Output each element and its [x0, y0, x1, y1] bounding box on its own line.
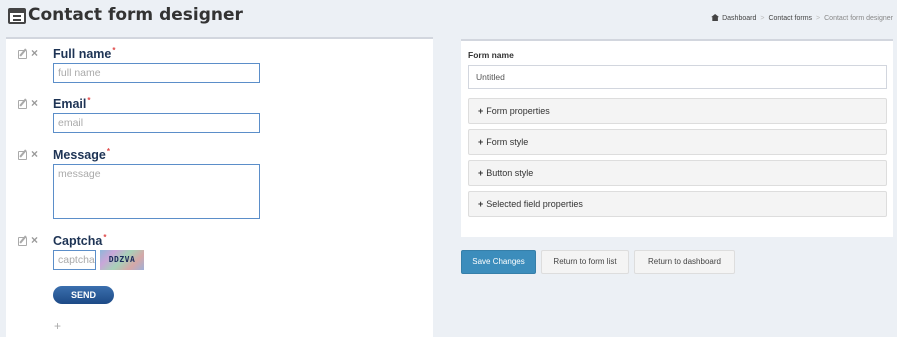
form-name-label: Form name — [468, 50, 514, 60]
accordion-label: Form style — [486, 137, 529, 147]
message-textarea[interactable]: message — [53, 164, 260, 219]
form-name-input[interactable]: Untitled — [468, 65, 887, 89]
delete-icon[interactable]: × — [31, 147, 38, 161]
form-preview-panel: × Full name* full name × Email* email × … — [6, 37, 433, 337]
email-input[interactable]: email — [53, 113, 260, 133]
breadcrumb-dashboard[interactable]: Dashboard — [722, 15, 756, 22]
accordion-label: Button style — [486, 168, 534, 178]
captcha-input[interactable]: captcha — [53, 250, 96, 270]
breadcrumb: Dashboard > Contact forms > Contact form des… — [711, 14, 893, 22]
plus-icon: + — [478, 137, 484, 147]
breadcrumb-separator: > — [760, 15, 765, 22]
plus-icon: + — [478, 106, 484, 116]
breadcrumb-current: Contact form designer — [824, 15, 893, 22]
add-field-icon[interactable]: + — [54, 319, 61, 333]
required-asterisk: * — [106, 147, 110, 156]
delete-icon[interactable]: × — [31, 46, 38, 60]
breadcrumb-separator: > — [816, 15, 821, 22]
accordion-button-style[interactable]: + Button style — [468, 160, 887, 186]
field-label-captcha: Captcha* — [53, 233, 107, 248]
accordion-form-style[interactable]: + Form style — [468, 129, 887, 155]
accordion-form-properties[interactable]: + Form properties — [468, 98, 887, 124]
form-list-icon — [8, 8, 26, 24]
return-to-form-list-button[interactable]: Return to form list — [541, 250, 629, 274]
edit-icon[interactable] — [18, 151, 27, 160]
full-name-input[interactable]: full name — [53, 63, 260, 83]
edit-icon[interactable] — [18, 237, 27, 246]
required-asterisk: * — [112, 46, 116, 55]
required-asterisk: * — [103, 233, 107, 242]
plus-icon: + — [478, 199, 484, 209]
edit-icon[interactable] — [18, 100, 27, 109]
field-label-email: Email* — [53, 96, 91, 111]
form-settings-panel: Form name Untitled + Form properties + For… — [461, 39, 893, 237]
delete-icon[interactable]: × — [31, 96, 38, 110]
edit-icon[interactable] — [18, 50, 27, 59]
page-title: Contact form designer — [28, 5, 243, 25]
accordion-label: Selected field properties — [486, 199, 583, 209]
required-asterisk: * — [87, 96, 91, 105]
accordion-label: Form properties — [486, 106, 550, 116]
delete-icon[interactable]: × — [31, 233, 38, 247]
return-to-dashboard-button[interactable]: Return to dashboard — [634, 250, 735, 274]
field-label-full-name: Full name* — [53, 46, 116, 61]
plus-icon: + — [478, 168, 484, 178]
breadcrumb-contact-forms[interactable]: Contact forms — [768, 15, 812, 22]
page-header: Contact form designer Dashboard > Contact … — [0, 0, 897, 37]
accordion-selected-field-properties[interactable]: + Selected field properties — [468, 191, 887, 217]
save-changes-button[interactable]: Save Changes — [461, 250, 536, 274]
send-button[interactable]: SEND — [53, 286, 114, 304]
field-label-message: Message* — [53, 147, 110, 162]
captcha-image: DDZVA — [100, 250, 144, 270]
dashboard-icon — [711, 14, 720, 21]
